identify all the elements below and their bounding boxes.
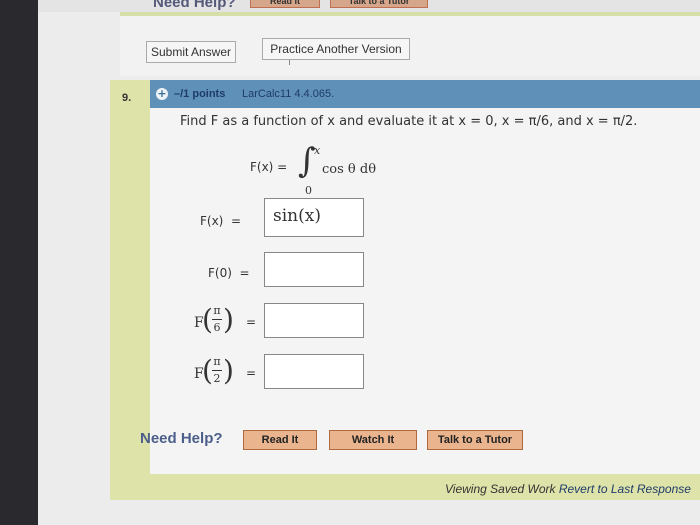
answer-value-fx: sin(x)	[273, 206, 321, 226]
equals-sign: =	[246, 366, 257, 380]
answer-input-fx[interactable]: sin(x)	[264, 198, 364, 237]
definition-lhs: F(x) =	[250, 160, 288, 174]
question-header: + –/1 points LarCalc11 4.4.065.	[150, 80, 700, 108]
two-denominator: 2	[213, 372, 221, 385]
right-paren: )	[223, 303, 234, 336]
pi-numerator: π	[213, 355, 221, 368]
fraction-bar	[212, 319, 222, 320]
need-help-label: Need Help?	[140, 430, 223, 447]
six-denominator: 6	[213, 321, 221, 334]
question-prompt: Find F as a function of x and evaluate i…	[180, 114, 638, 129]
answer-input-f-pi-6[interactable]	[264, 303, 364, 338]
answer-input-f0[interactable]	[264, 252, 364, 287]
footer-status: Viewing Saved Work Revert to Last Respon…	[445, 482, 691, 496]
answer-input-f-pi-2[interactable]	[264, 354, 364, 389]
question-number: 9.	[122, 92, 132, 104]
browser-viewport: Need Help? Read It Talk to a Tutor Submi…	[38, 0, 700, 525]
talk-to-tutor-top-button[interactable]: Talk to a Tutor	[330, 0, 428, 8]
points-label: –/1 points	[174, 88, 226, 100]
fraction-bar	[212, 370, 222, 371]
equals-sign: =	[246, 315, 257, 329]
talk-to-tutor-button[interactable]: Talk to a Tutor	[427, 430, 523, 450]
practice-another-version-button[interactable]: Practice Another Version	[262, 38, 410, 60]
viewing-saved-work-label: Viewing Saved Work	[445, 482, 556, 496]
question-code: LarCalc11 4.4.065.	[242, 88, 335, 100]
expand-plus-icon[interactable]: +	[156, 88, 168, 100]
integral-upper-limit: x	[314, 144, 321, 157]
need-help-top-label: Need Help?	[153, 0, 236, 11]
integral-lower-limit: 0	[305, 184, 312, 197]
question-body: Find F as a function of x and evaluate i…	[150, 108, 700, 474]
read-it-top-button[interactable]: Read It	[250, 0, 320, 8]
pi-numerator: π	[213, 304, 221, 317]
integrand: cos θ dθ	[322, 162, 377, 177]
revert-to-last-response-link[interactable]: Revert to Last Response	[559, 482, 691, 496]
answer-label-f0: F(0) =	[208, 266, 250, 280]
submit-answer-button[interactable]: Submit Answer	[146, 41, 236, 63]
watch-it-button[interactable]: Watch It	[329, 430, 417, 450]
right-paren: )	[223, 354, 234, 387]
answer-label-fx: F(x) =	[200, 214, 242, 228]
read-it-button[interactable]: Read It	[243, 430, 317, 450]
answer-toolbar: Submit Answer Practice Another Version	[120, 16, 700, 76]
